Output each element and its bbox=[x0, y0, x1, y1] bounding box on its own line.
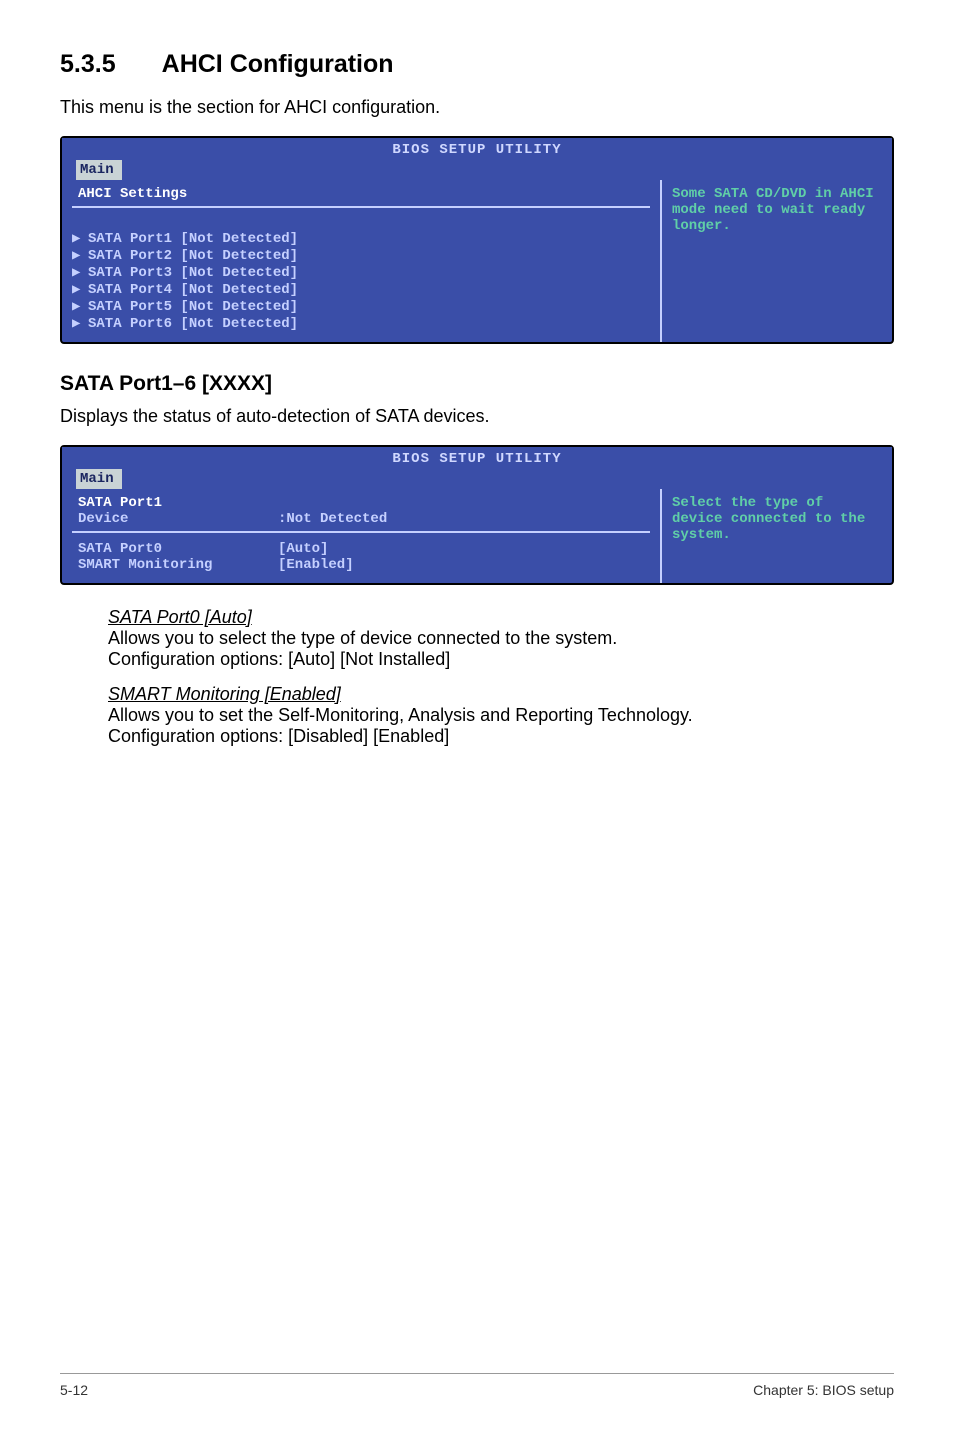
bios-panel-heading: AHCI Settings bbox=[72, 186, 650, 202]
bios-setting-row[interactable]: SATA Port0 [Auto] bbox=[72, 541, 650, 557]
triangle-icon: ▶ bbox=[72, 315, 88, 332]
bios-left-panel: AHCI Settings ▶SATA Port1 [Not Detected]… bbox=[62, 180, 662, 342]
bios-setting-value: [Enabled] bbox=[278, 557, 354, 573]
bios-item-label: SATA Port2 [Not Detected] bbox=[88, 248, 298, 264]
bios-help-text: Select the type of device connected to t… bbox=[672, 495, 865, 543]
bios-titlebar: BIOS SETUP UTILITY Main bbox=[62, 138, 892, 180]
bios-left-panel: SATA Port1 Device :Not Detected SATA Por… bbox=[62, 489, 662, 583]
divider bbox=[72, 206, 650, 208]
bios-menu-item[interactable]: ▶SATA Port5 [Not Detected] bbox=[72, 298, 650, 315]
option-description: Allows you to set the Self-Monitoring, A… bbox=[108, 705, 854, 747]
bios-panel-ahci: BIOS SETUP UTILITY Main AHCI Settings ▶S… bbox=[60, 136, 894, 344]
option-line: Configuration options: [Disabled] [Enabl… bbox=[108, 726, 449, 746]
bios-device-row: Device :Not Detected bbox=[72, 511, 650, 527]
bios-device-value: :Not Detected bbox=[278, 511, 387, 527]
bios-tab-main[interactable]: Main bbox=[76, 469, 122, 489]
bios-help-text: Some SATA CD/DVD in AHCI mode need to wa… bbox=[672, 186, 874, 234]
chapter-label: Chapter 5: BIOS setup bbox=[753, 1382, 894, 1398]
triangle-icon: ▶ bbox=[72, 281, 88, 298]
bios-item-label: SATA Port6 [Not Detected] bbox=[88, 316, 298, 332]
triangle-icon: ▶ bbox=[72, 298, 88, 315]
bios-panel-heading: SATA Port1 bbox=[72, 495, 650, 511]
option-line: Allows you to select the type of device … bbox=[108, 628, 617, 648]
section-number: 5.3.5 bbox=[60, 50, 156, 78]
bios-setting-label: SATA Port0 bbox=[78, 541, 278, 557]
page-footer: 5-12 Chapter 5: BIOS setup bbox=[60, 1373, 894, 1398]
triangle-icon: ▶ bbox=[72, 230, 88, 247]
bios-device-label: Device bbox=[78, 511, 278, 527]
bios-help-panel: Select the type of device connected to t… bbox=[662, 489, 892, 583]
bios-menu-item[interactable]: ▶SATA Port6 [Not Detected] bbox=[72, 315, 650, 332]
bios-setting-value: [Auto] bbox=[278, 541, 328, 557]
bios-menu-item[interactable]: ▶SATA Port3 [Not Detected] bbox=[72, 264, 650, 281]
bios-item-label: SATA Port3 [Not Detected] bbox=[88, 265, 298, 281]
bios-panel-sata-port: BIOS SETUP UTILITY Main SATA Port1 Devic… bbox=[60, 445, 894, 585]
option-line: Allows you to set the Self-Monitoring, A… bbox=[108, 705, 693, 725]
bios-tab-main[interactable]: Main bbox=[76, 160, 122, 180]
bios-item-label: SATA Port1 [Not Detected] bbox=[88, 231, 298, 247]
bios-setting-row[interactable]: SMART Monitoring [Enabled] bbox=[72, 557, 650, 573]
option-title: SATA Port0 [Auto] bbox=[108, 607, 854, 628]
triangle-icon: ▶ bbox=[72, 247, 88, 264]
bios-help-panel: Some SATA CD/DVD in AHCI mode need to wa… bbox=[662, 180, 892, 342]
bios-titlebar: BIOS SETUP UTILITY Main bbox=[62, 447, 892, 489]
bios-setting-label: SMART Monitoring bbox=[78, 557, 278, 573]
option-line: Configuration options: [Auto] [Not Insta… bbox=[108, 649, 450, 669]
option-title: SMART Monitoring [Enabled] bbox=[108, 684, 854, 705]
bios-title: BIOS SETUP UTILITY bbox=[62, 140, 892, 158]
bios-title: BIOS SETUP UTILITY bbox=[62, 449, 892, 467]
option-description: Allows you to select the type of device … bbox=[108, 628, 854, 670]
section-intro: This menu is the section for AHCI config… bbox=[60, 97, 894, 118]
page-number: 5-12 bbox=[60, 1382, 88, 1398]
divider bbox=[72, 531, 650, 533]
triangle-icon: ▶ bbox=[72, 264, 88, 281]
bios-menu-item[interactable]: ▶SATA Port4 [Not Detected] bbox=[72, 281, 650, 298]
bios-item-label: SATA Port4 [Not Detected] bbox=[88, 282, 298, 298]
sub-intro: Displays the status of auto-detection of… bbox=[60, 406, 894, 427]
bios-menu-item[interactable]: ▶SATA Port1 [Not Detected] bbox=[72, 230, 650, 247]
section-title: AHCI Configuration bbox=[162, 50, 394, 78]
sub-heading: SATA Port1–6 [XXXX] bbox=[60, 372, 894, 396]
bios-menu-item[interactable]: ▶SATA Port2 [Not Detected] bbox=[72, 247, 650, 264]
bios-item-label: SATA Port5 [Not Detected] bbox=[88, 299, 298, 315]
section-heading: 5.3.5 AHCI Configuration bbox=[60, 50, 894, 79]
